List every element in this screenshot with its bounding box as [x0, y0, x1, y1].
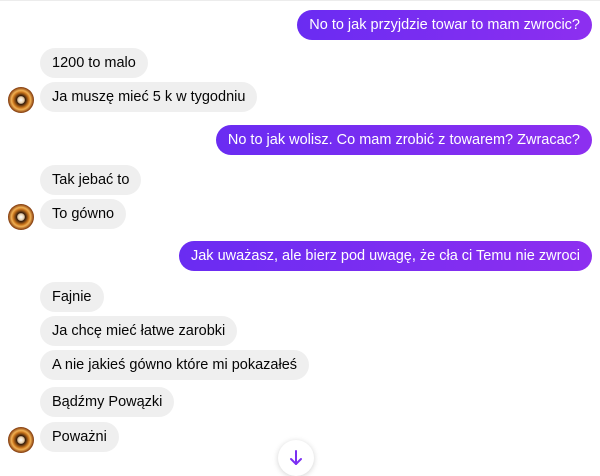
message-row: 1200 to malo: [0, 48, 600, 78]
contact-avatar[interactable]: [8, 87, 34, 113]
contact-avatar[interactable]: [8, 427, 34, 453]
incoming-message[interactable]: Poważni: [40, 422, 119, 452]
incoming-message[interactable]: Bądźmy Powązki: [40, 387, 175, 417]
message-row: To gówno: [0, 199, 600, 230]
outgoing-message[interactable]: No to jak wolisz. Co mam zrobić z toware…: [215, 125, 592, 155]
arrow-down-icon: [290, 450, 302, 465]
outgoing-message[interactable]: Jak uważasz, ale bierz pod uwagę, że cła…: [178, 241, 592, 271]
incoming-message[interactable]: Ja chcę mieć łatwe zarobki: [40, 316, 238, 346]
scroll-to-bottom-button[interactable]: [278, 440, 314, 476]
message-row: Jak uważasz, ale bierz pod uwagę, że cła…: [0, 241, 600, 271]
message-row: No to jak przyjdzie towar to mam zwrocic…: [0, 10, 600, 40]
message-row: Ja chcę mieć łatwe zarobki: [0, 316, 600, 346]
message-row: No to jak wolisz. Co mam zrobić z toware…: [0, 125, 600, 155]
incoming-message[interactable]: Tak jebać to: [40, 165, 142, 195]
message-row: Fajnie: [0, 282, 600, 312]
message-row: A nie jakieś gówno które mi pokazałeś: [0, 350, 600, 380]
incoming-message[interactable]: A nie jakieś gówno które mi pokazałeś: [40, 350, 310, 380]
contact-avatar[interactable]: [8, 204, 34, 230]
incoming-message[interactable]: 1200 to malo: [40, 48, 148, 78]
incoming-message[interactable]: Ja muszę mieć 5 k w tygodniu: [40, 82, 258, 112]
message-row: Tak jebać to: [0, 165, 600, 195]
header-divider: [0, 0, 600, 1]
message-row: Ja muszę mieć 5 k w tygodniu: [0, 82, 600, 113]
incoming-message[interactable]: Fajnie: [40, 282, 104, 312]
message-row: Bądźmy Powązki: [0, 387, 600, 417]
outgoing-message[interactable]: No to jak przyjdzie towar to mam zwrocic…: [297, 10, 592, 40]
incoming-message[interactable]: To gówno: [40, 199, 127, 229]
